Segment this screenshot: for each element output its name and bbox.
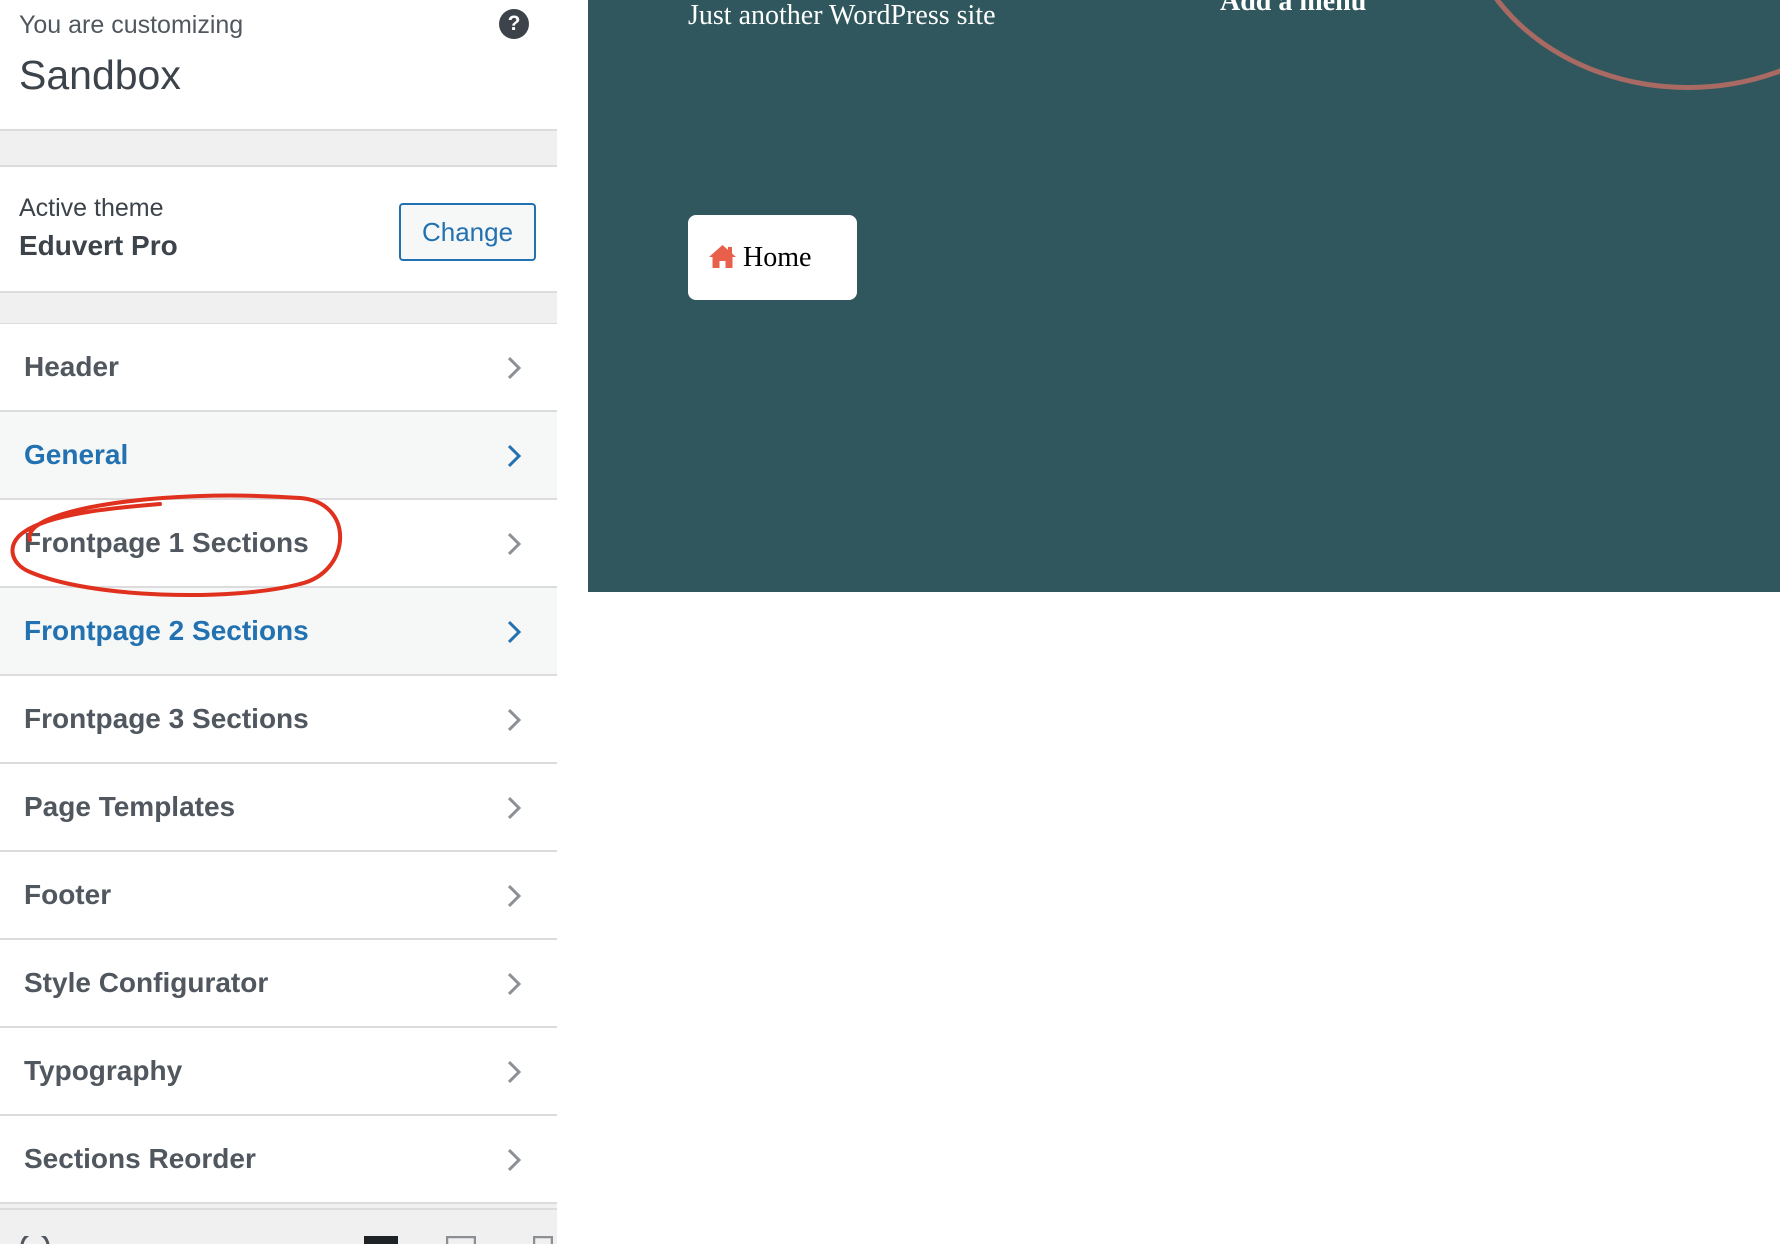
chevron-right-icon (507, 356, 522, 380)
desktop-preview-icon[interactable] (364, 1236, 398, 1244)
change-theme-button[interactable]: Change (399, 203, 536, 261)
customizer-footer (0, 1208, 557, 1244)
customizer-panel: You are customizing Sandbox ? Active the… (0, 0, 557, 1208)
section-label: Frontpage 3 Sections (24, 703, 309, 734)
add-menu-link[interactable]: Add a menu (1220, 0, 1366, 18)
home-icon (709, 245, 736, 268)
section-label: General (24, 439, 129, 470)
site-preview: Just another WordPress site Add a menu H… (588, 0, 1780, 1244)
section-label: Typography (24, 1055, 183, 1086)
home-button[interactable]: Home (688, 215, 857, 300)
section-label: Frontpage 2 Sections (24, 615, 309, 646)
chevron-right-icon (507, 1060, 522, 1084)
customizer-sections: Header General Frontpage 1 Sections Frontpa… (0, 323, 557, 1204)
home-label: Home (743, 242, 812, 273)
section-label: Style Configurator (24, 967, 269, 998)
active-theme-panel: Active theme Eduvert Pro Change (0, 165, 557, 293)
section-item-frontpage-2-sections[interactable]: Frontpage 2 Sections (0, 588, 557, 676)
mobile-preview-icon[interactable] (533, 1236, 553, 1244)
theme-name: Eduvert Pro (19, 230, 178, 261)
active-theme-label: Active theme (19, 194, 164, 222)
chevron-right-icon (507, 972, 522, 996)
chevron-right-icon (507, 1148, 522, 1172)
tablet-preview-icon[interactable] (446, 1236, 476, 1244)
site-tagline: Just another WordPress site (688, 0, 996, 31)
customizing-label: You are customizing (19, 11, 244, 39)
decorative-arc (1458, 0, 1780, 90)
section-label: Page Templates (24, 791, 236, 822)
section-item-general[interactable]: General (0, 412, 557, 500)
site-name: Sandbox (19, 52, 181, 98)
chevron-right-icon (507, 796, 522, 820)
help-icon[interactable]: ? (499, 9, 529, 39)
customizer-sidebar: You are customizing Sandbox ? Active the… (0, 0, 557, 1244)
section-item-style-configurator[interactable]: Style Configurator (0, 940, 557, 1028)
chevron-right-icon (507, 620, 522, 644)
section-item-typography[interactable]: Typography (0, 1028, 557, 1116)
section-label: Footer (24, 879, 112, 910)
collapse-icon[interactable] (20, 1236, 50, 1244)
customizer-info: You are customizing Sandbox ? (0, 0, 557, 131)
section-label: Sections Reorder (24, 1143, 256, 1174)
section-item-frontpage-3-sections[interactable]: Frontpage 3 Sections (0, 676, 557, 764)
section-item-header[interactable]: Header (0, 324, 557, 412)
section-label: Frontpage 1 Sections (24, 527, 309, 558)
section-item-footer[interactable]: Footer (0, 852, 557, 940)
chevron-right-icon (507, 444, 522, 468)
section-item-page-templates[interactable]: Page Templates (0, 764, 557, 852)
section-item-sections-reorder[interactable]: Sections Reorder (0, 1116, 557, 1204)
hero-section: Just another WordPress site Add a menu H… (588, 0, 1780, 592)
chevron-right-icon (507, 884, 522, 908)
section-item-frontpage-1-sections[interactable]: Frontpage 1 Sections (0, 500, 557, 588)
chevron-right-icon (507, 532, 522, 556)
section-label: Header (24, 351, 119, 382)
chevron-right-icon (507, 708, 522, 732)
